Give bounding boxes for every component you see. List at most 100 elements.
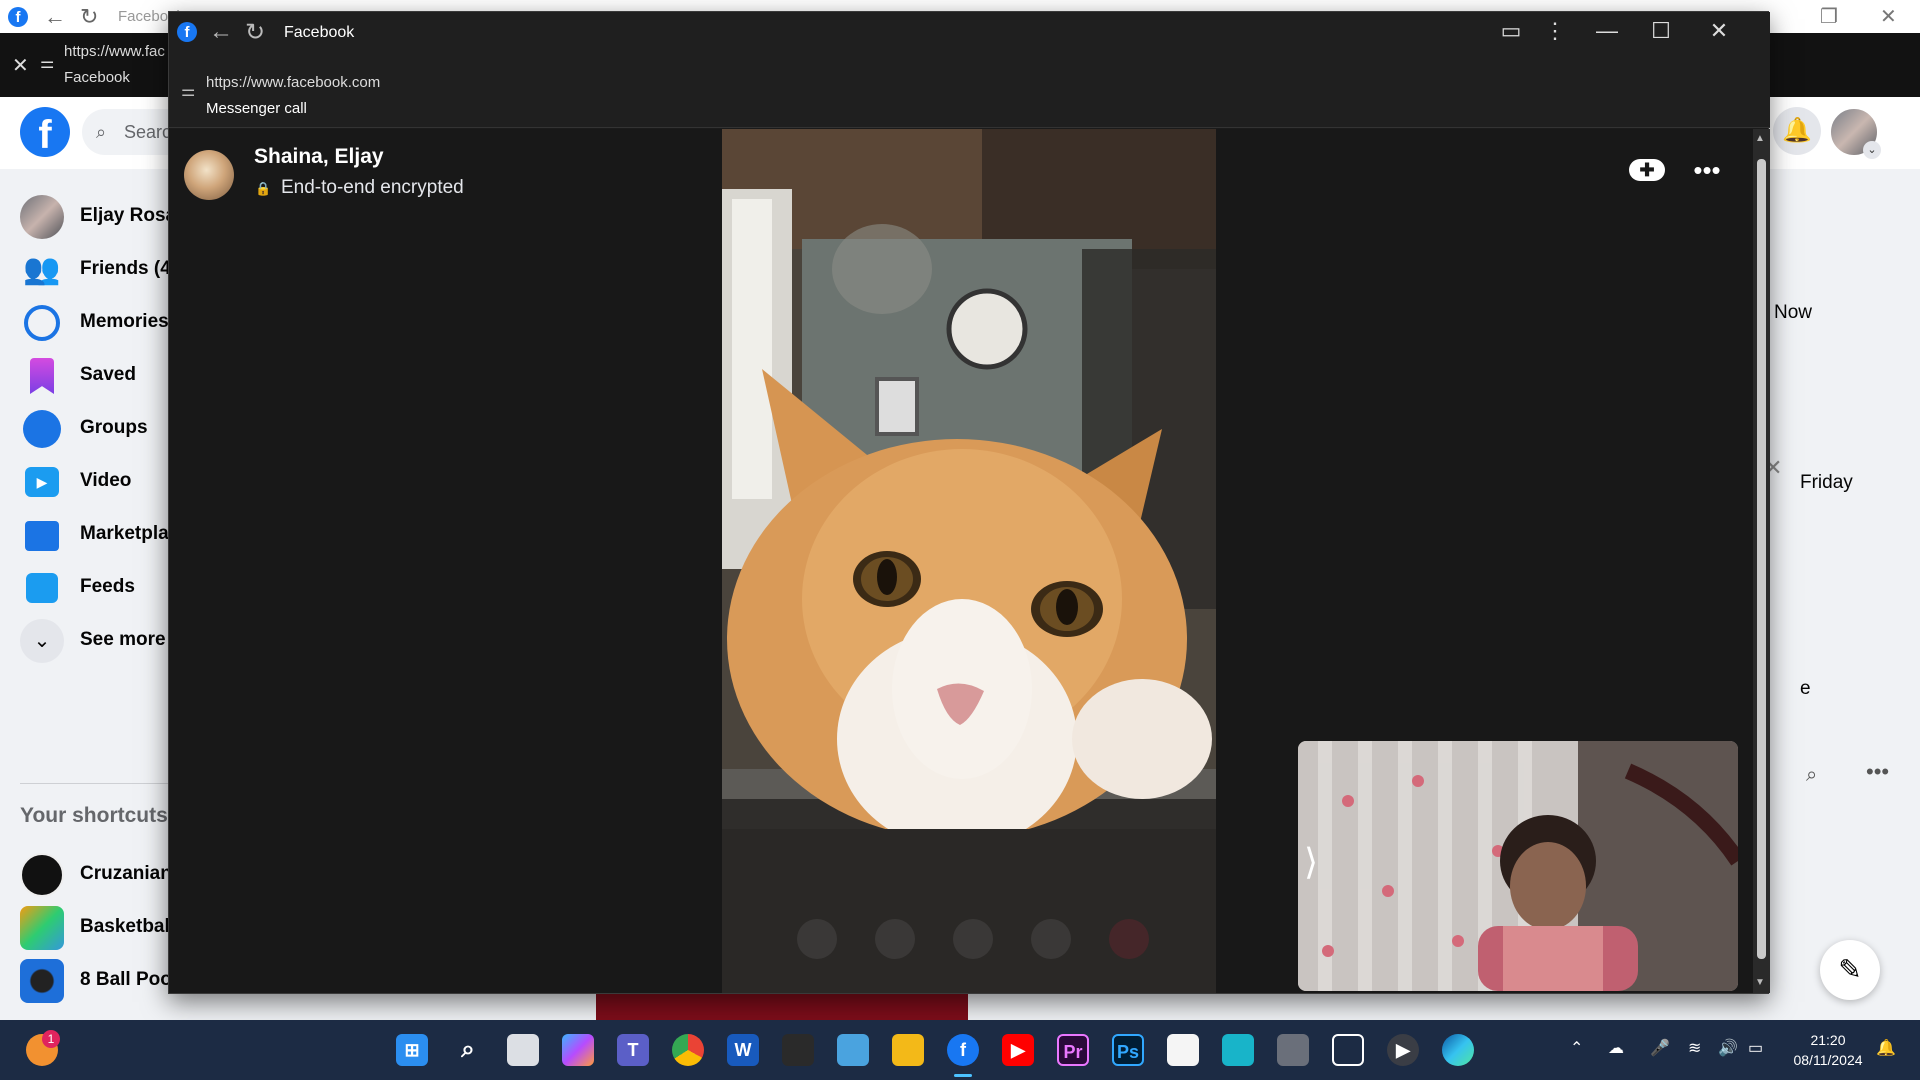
figma-icon[interactable]	[782, 1034, 814, 1066]
file-explorer-icon[interactable]	[892, 1034, 924, 1066]
site-settings-icon[interactable]: ⚌	[40, 53, 54, 73]
notification-bell-icon[interactable]: 🔔	[1876, 1038, 1896, 1058]
back-icon[interactable]: ←	[209, 18, 233, 46]
more-options-icon[interactable]: •••	[1687, 155, 1727, 185]
sidebar-item-saved[interactable]: Saved	[20, 350, 190, 402]
edge-icon[interactable]	[1442, 1034, 1474, 1066]
site-settings-icon[interactable]: ⚌	[181, 81, 195, 101]
maximize-icon[interactable]: ☐	[1641, 18, 1681, 44]
sidebar-item-groups[interactable]: Groups	[20, 403, 190, 455]
search-icon[interactable]: ⌕	[452, 1034, 484, 1066]
refresh-icon[interactable]: ↻	[80, 4, 98, 30]
new-message-edit-icon[interactable]: ✎	[1820, 940, 1880, 1000]
scroll-down-icon[interactable]: ▼	[1755, 977, 1765, 988]
chrome-icon[interactable]	[672, 1034, 704, 1066]
facebook-taskbar-icon[interactable]: f	[947, 1034, 979, 1066]
call-window-scrollbar[interactable]: ▲ ▼	[1753, 129, 1770, 993]
account-chevron-icon[interactable]: ⌄	[1863, 141, 1881, 159]
kebab-menu-icon[interactable]: ⋮	[1535, 18, 1575, 44]
search-placeholder: Searc	[124, 122, 172, 142]
sidebar-item-marketplace[interactable]: Marketplac	[20, 509, 190, 561]
photoshop-icon[interactable]: Ps	[1112, 1034, 1144, 1066]
microphone-icon[interactable]: 🎤	[1650, 1038, 1670, 1058]
end-call-icon[interactable]	[1109, 919, 1149, 959]
chevron-down-icon: ⌄	[20, 619, 64, 663]
cat-video-image	[722, 129, 1216, 993]
scroll-up-icon[interactable]: ▲	[1755, 133, 1765, 144]
video-camera-icon[interactable]: ▭	[1491, 18, 1531, 44]
close-icon[interactable]: ✕	[1880, 4, 1897, 29]
more-options-icon[interactable]: •••	[1866, 759, 1889, 785]
facebook-app-icon: f	[8, 7, 28, 27]
task-view-icon[interactable]	[507, 1034, 539, 1066]
photos-app-icon[interactable]	[837, 1034, 869, 1066]
facebook-app-icon: f	[177, 22, 197, 42]
sidebar-item-label: See more	[80, 629, 166, 650]
shortcut-item[interactable]: Cruzanian	[20, 849, 190, 901]
sidebar-item-label: Groups	[80, 417, 148, 438]
friday-label: Friday	[1800, 472, 1853, 493]
friends-icon: 👥	[23, 253, 61, 286]
call-window-title-bar: f ← ↻ Facebook ▭ ⋮ — ☐ ✕	[169, 12, 1770, 54]
sidebar-item-memories[interactable]: Memories	[20, 297, 190, 349]
active-app-indicator	[954, 1074, 972, 1077]
self-video-image	[1298, 741, 1738, 991]
expand-chevron-icon[interactable]: ⟩	[1304, 841, 1318, 883]
sidebar-item-label: Eljay Rosal	[80, 205, 182, 226]
search-icon[interactable]: ⌕	[1806, 764, 1817, 787]
call-area: Shaina, Eljay 🔒 End-to-end encrypted ✚ •…	[169, 129, 1753, 993]
sidebar-item-friends[interactable]: 👥 Friends (44	[20, 244, 190, 296]
sidebar-item-label: Video	[80, 470, 132, 491]
windows-start-icon[interactable]: ⊞	[396, 1034, 428, 1066]
volume-icon[interactable]: 🔊	[1718, 1038, 1738, 1058]
shortcut-item[interactable]: 8 Ball Pool	[20, 955, 190, 1007]
battery-icon[interactable]: ▭	[1748, 1038, 1763, 1058]
close-icon[interactable]: ✕	[1699, 18, 1739, 44]
memories-clock-icon	[24, 305, 60, 341]
sidebar-divider	[20, 783, 170, 784]
close-url-icon[interactable]: ✕	[12, 53, 29, 78]
microsoft-store-icon[interactable]	[1167, 1034, 1199, 1066]
share-screen-icon[interactable]	[797, 919, 837, 959]
call-window-title: Facebook	[284, 24, 355, 41]
onedrive-cloud-icon[interactable]: ☁	[1608, 1038, 1624, 1058]
word-icon[interactable]: W	[727, 1034, 759, 1066]
teams-icon[interactable]: T	[617, 1034, 649, 1066]
sidebar-item-profile[interactable]: Eljay Rosal	[20, 191, 190, 243]
sidebar-item-feeds[interactable]: Feeds	[20, 562, 190, 614]
back-icon[interactable]: ←	[44, 4, 66, 30]
notifications-bell-icon[interactable]: 🔔	[1773, 107, 1821, 155]
clock-date: 08/11/2024	[1793, 1052, 1863, 1068]
youtube-icon[interactable]: ▶	[1002, 1034, 1034, 1066]
saved-bookmark-icon	[30, 358, 54, 394]
sidebar-item-see-more[interactable]: ⌄ See more	[20, 615, 190, 667]
facebook-logo[interactable]: f	[20, 107, 70, 157]
shortcut-item[interactable]: Basketball	[20, 902, 190, 954]
background-url: https://www.fac	[64, 43, 165, 60]
caller-name: Shaina, Eljay	[254, 145, 384, 168]
refresh-icon[interactable]: ↻	[245, 18, 265, 47]
wifi-icon[interactable]: ≋	[1688, 1038, 1701, 1058]
restore-icon[interactable]: ❐	[1820, 4, 1838, 29]
media-player-icon[interactable]: ▶	[1387, 1034, 1419, 1066]
caller-avatar	[184, 150, 234, 200]
camera-toggle-icon[interactable]	[953, 919, 993, 959]
game-controller-icon[interactable]: ✚	[1629, 159, 1665, 181]
sidebar-item-label: Memories	[80, 311, 169, 332]
shortcut-label: 8 Ball Pool	[80, 969, 178, 990]
scrollbar-thumb[interactable]	[1757, 159, 1766, 959]
clipchamp-icon[interactable]	[1222, 1034, 1254, 1066]
video-play-icon: ▶	[25, 467, 59, 497]
system-clock[interactable]: 21:20 08/11/2024	[1786, 1030, 1870, 1070]
premiere-pro-icon[interactable]: Pr	[1057, 1034, 1089, 1066]
messenger-call-window: f ← ↻ Facebook ▭ ⋮ — ☐ ✕ ⚌ https://www.f…	[168, 11, 1770, 994]
camera-app-icon[interactable]	[1277, 1034, 1309, 1066]
sidebar-item-video[interactable]: ▶ Video	[20, 456, 190, 508]
add-person-icon[interactable]	[875, 919, 915, 959]
minimize-icon[interactable]: —	[1587, 18, 1627, 44]
sidebar-item-label: Saved	[80, 364, 136, 385]
show-hidden-icons-icon[interactable]: ⌃	[1570, 1038, 1583, 1058]
phone-link-icon[interactable]	[1332, 1034, 1364, 1066]
microphone-icon[interactable]	[1031, 919, 1071, 959]
copilot-icon[interactable]	[562, 1034, 594, 1066]
